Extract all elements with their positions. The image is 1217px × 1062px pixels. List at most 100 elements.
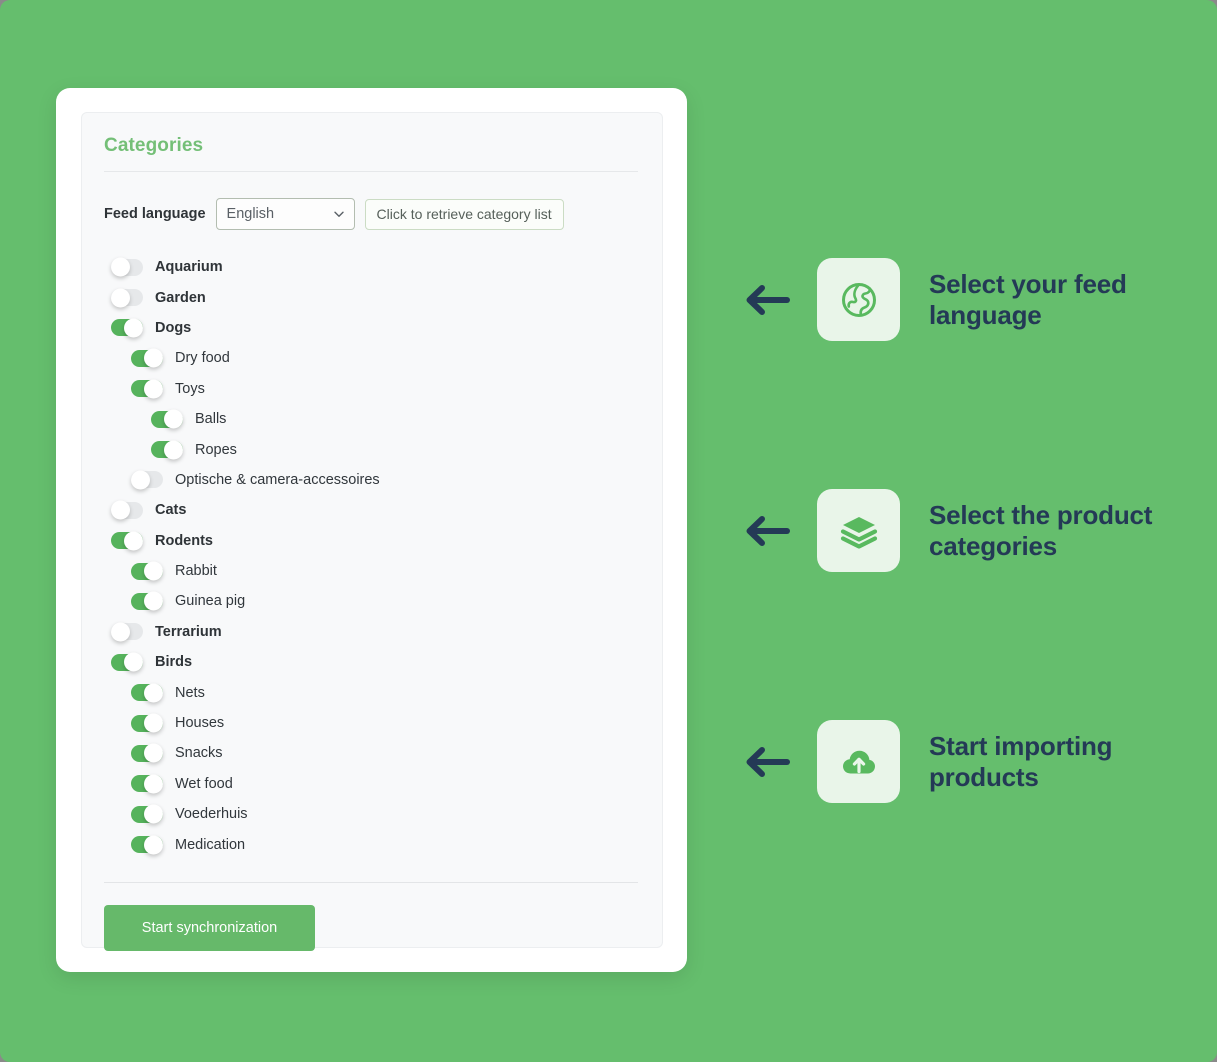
toggle-knob <box>164 409 183 429</box>
category-label: Voederhuis <box>175 806 248 823</box>
category-toggle[interactable] <box>131 470 163 490</box>
category-label: Rabbit <box>175 563 217 580</box>
category-toggle[interactable] <box>151 440 183 460</box>
toggle-knob <box>124 652 143 672</box>
category-row[interactable]: Birds <box>104 647 638 677</box>
category-label: Ropes <box>195 441 237 458</box>
title-divider <box>104 171 638 172</box>
toggle-knob <box>144 561 163 581</box>
toggle-knob <box>144 743 163 763</box>
icon-tile-layers <box>817 489 900 572</box>
toggle-knob <box>144 835 163 855</box>
category-label: Optische & camera-accessoires <box>175 471 380 488</box>
category-label: Snacks <box>175 745 223 762</box>
category-toggle[interactable] <box>111 622 143 642</box>
category-row[interactable]: Guinea pig <box>104 586 638 616</box>
feed-language-row: Feed language English Click to retrieve … <box>104 198 638 230</box>
category-toggle[interactable] <box>111 500 143 520</box>
category-row[interactable]: Wet food <box>104 769 638 799</box>
category-row[interactable]: Aquarium <box>104 252 638 282</box>
category-label: Dogs <box>155 319 192 336</box>
category-toggle[interactable] <box>111 652 143 672</box>
category-toggle[interactable] <box>111 531 143 551</box>
globe-icon <box>838 279 880 321</box>
category-row[interactable]: Houses <box>104 708 638 738</box>
category-toggle[interactable] <box>111 318 143 338</box>
arrow-left-icon <box>744 510 790 552</box>
category-row[interactable]: Cats <box>104 495 638 525</box>
icon-tile-globe <box>817 258 900 341</box>
category-toggle-list: Aquarium Garden Dogs Dry food Toys Balls Ropes… <box>104 252 638 860</box>
category-label: Garden <box>155 289 206 306</box>
toggle-knob <box>111 622 130 642</box>
categories-card: Categories Feed language English Click t… <box>56 88 687 972</box>
category-toggle[interactable] <box>131 804 163 824</box>
toggle-knob <box>144 683 163 703</box>
category-row[interactable]: Optische & camera-accessoires <box>104 465 638 495</box>
category-toggle[interactable] <box>151 409 183 429</box>
callout-product-categories: Select the product categories <box>744 489 1179 572</box>
page-title: Categories <box>104 135 204 156</box>
category-toggle[interactable] <box>131 683 163 703</box>
category-toggle[interactable] <box>131 379 163 399</box>
toggle-knob <box>111 257 130 277</box>
toggle-knob <box>144 804 163 824</box>
categories-inner-panel: Categories Feed language English Click t… <box>81 112 663 951</box>
start-synchronization-button[interactable]: Start synchronization <box>104 904 315 951</box>
category-label: Guinea pig <box>175 593 246 610</box>
callout-text: Start importing products <box>929 731 1113 792</box>
category-label: Birds <box>155 654 193 671</box>
category-row[interactable]: Ropes <box>104 434 638 464</box>
category-toggle[interactable] <box>111 257 143 277</box>
category-label: Houses <box>175 715 225 732</box>
callout-feed-language: Select your feed language <box>744 258 1179 341</box>
category-toggle[interactable] <box>131 591 163 611</box>
category-toggle[interactable] <box>131 774 163 794</box>
callout-text: Select the product categories <box>929 500 1153 561</box>
layers-icon <box>838 510 880 552</box>
category-toggle[interactable] <box>111 288 143 308</box>
category-row[interactable]: Medication <box>104 829 638 859</box>
toggle-knob <box>144 348 163 368</box>
category-label: Rodents <box>155 532 213 549</box>
toggle-knob <box>111 500 130 520</box>
toggle-knob <box>111 288 130 308</box>
category-row[interactable]: Snacks <box>104 738 638 768</box>
category-label: Balls <box>195 411 227 428</box>
category-row[interactable]: Dogs <box>104 313 638 343</box>
chevron-down-icon <box>333 208 345 220</box>
category-toggle[interactable] <box>131 348 163 368</box>
category-label: Toys <box>175 380 205 397</box>
callout-text: Select your feed language <box>929 269 1127 330</box>
category-toggle[interactable] <box>131 743 163 763</box>
category-row[interactable]: Balls <box>104 404 638 434</box>
category-row[interactable]: Rodents <box>104 526 638 556</box>
footer-divider <box>104 881 638 883</box>
retrieve-category-list-button[interactable]: Click to retrieve category list <box>364 198 564 230</box>
category-row[interactable]: Toys <box>104 374 638 404</box>
category-label: Cats <box>155 502 187 519</box>
category-label: Dry food <box>175 350 230 367</box>
category-row[interactable]: Nets <box>104 677 638 707</box>
toggle-knob <box>144 591 163 611</box>
category-row[interactable]: Dry food <box>104 343 638 373</box>
toggle-knob <box>164 440 183 460</box>
toggle-knob <box>144 774 163 794</box>
category-label: Medication <box>175 836 246 853</box>
page-root: Categories Feed language English Click t… <box>0 0 1217 1062</box>
category-row[interactable]: Voederhuis <box>104 799 638 829</box>
category-toggle[interactable] <box>131 835 163 855</box>
category-label: Wet food <box>175 775 233 792</box>
toggle-knob <box>144 713 163 733</box>
icon-tile-cloud-upload <box>817 720 900 803</box>
category-label: Nets <box>175 684 205 701</box>
category-row[interactable]: Garden <box>104 282 638 312</box>
toggle-knob <box>131 470 150 490</box>
category-label: Aquarium <box>155 259 223 276</box>
category-row[interactable]: Terrarium <box>104 617 638 647</box>
category-toggle[interactable] <box>131 713 163 733</box>
category-row[interactable]: Rabbit <box>104 556 638 586</box>
feed-language-select[interactable]: English <box>215 198 355 230</box>
category-toggle[interactable] <box>131 561 163 581</box>
category-label: Terrarium <box>155 623 222 640</box>
